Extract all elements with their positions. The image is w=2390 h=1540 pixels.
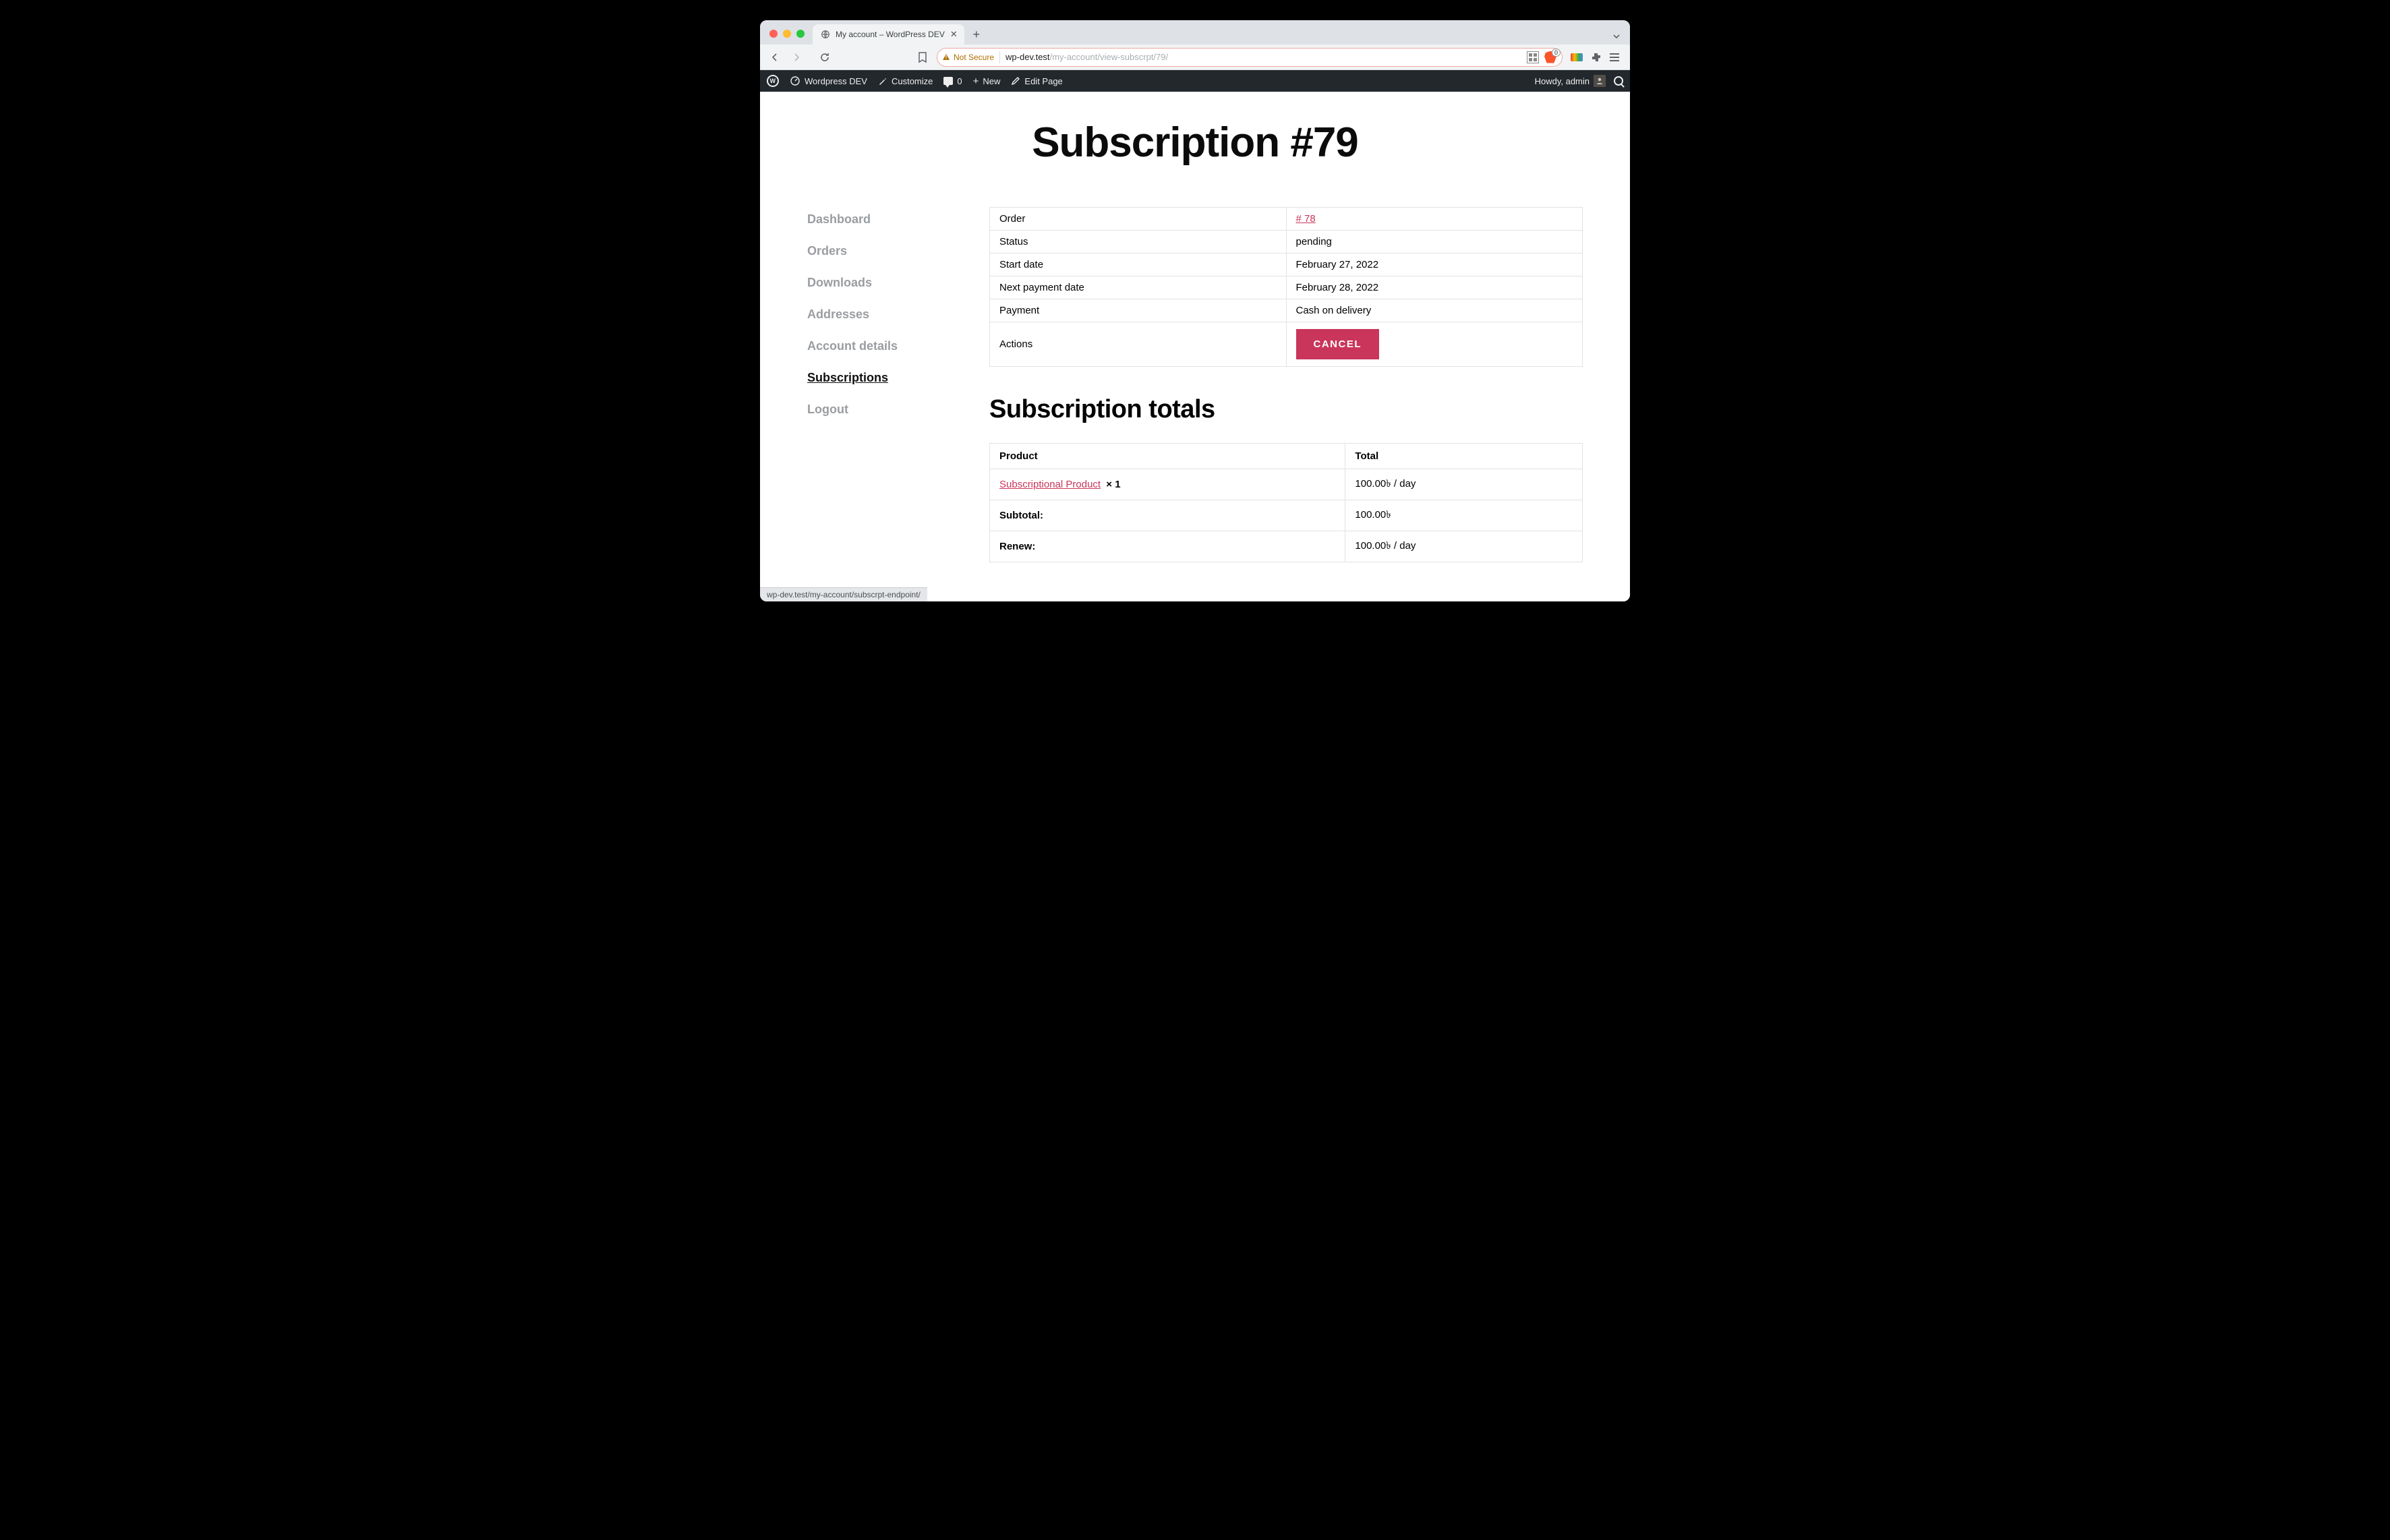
- details-row: Statuspending: [990, 231, 1583, 254]
- browser-toolbar: Not Secure wp-dev.test/my-account/view-s…: [760, 45, 1630, 70]
- share-qr-icon[interactable]: [1527, 51, 1539, 63]
- page-content: Subscription #79 Dashboard Orders Download…: [760, 92, 1630, 601]
- details-label: Order: [990, 208, 1287, 231]
- details-label: Payment: [990, 299, 1287, 322]
- order-link[interactable]: # 78: [1296, 213, 1316, 225]
- not-secure-label: Not Secure: [954, 53, 994, 62]
- product-link[interactable]: Subscriptional Product: [999, 479, 1101, 490]
- maximize-window-icon[interactable]: [796, 30, 805, 38]
- details-value: pending: [1286, 231, 1583, 254]
- url-path: /my-account/view-subscrpt/79/: [1050, 52, 1169, 62]
- comments-link[interactable]: 0: [943, 76, 962, 86]
- renew-value: 100.00৳ / day: [1345, 531, 1583, 562]
- brush-icon: [878, 76, 887, 86]
- tabs-dropdown-icon[interactable]: [1612, 32, 1621, 40]
- subscription-details-table: Order # 78 StatuspendingStart dateFebruary…: [989, 207, 1583, 367]
- details-label: Status: [990, 231, 1287, 254]
- wp-logo-link[interactable]: [767, 75, 779, 87]
- extensions-icon[interactable]: [1591, 52, 1602, 63]
- browser-menu-icon[interactable]: [1610, 53, 1619, 61]
- section-heading-totals: Subscription totals: [989, 395, 1583, 424]
- profile-icon[interactable]: [1571, 53, 1583, 61]
- subscription-totals-table: Product Total Subscriptional Product × 1…: [989, 443, 1583, 562]
- account-nav: Dashboard Orders Downloads Addresses Account…: [807, 207, 929, 562]
- details-row: Order # 78: [990, 208, 1583, 231]
- window-controls: [765, 30, 809, 45]
- reload-button[interactable]: [815, 48, 834, 67]
- details-label: Start date: [990, 254, 1287, 276]
- sidebar-item-orders[interactable]: Orders: [807, 244, 929, 258]
- sidebar-item-account-details[interactable]: Account details: [807, 339, 929, 353]
- new-tab-button[interactable]: +: [967, 25, 986, 44]
- forward-button[interactable]: [787, 48, 806, 67]
- back-button[interactable]: [765, 48, 784, 67]
- close-tab-icon[interactable]: ✕: [950, 29, 958, 40]
- tab-title: My account – WordPress DEV: [836, 30, 945, 39]
- avatar-icon: [1594, 75, 1606, 87]
- minimize-window-icon[interactable]: [783, 30, 791, 38]
- details-value: # 78: [1286, 208, 1583, 231]
- sidebar-item-downloads[interactable]: Downloads: [807, 276, 929, 290]
- totals-product-total: 100.00৳ / day: [1345, 469, 1583, 500]
- cancel-button[interactable]: CANCEL: [1296, 329, 1380, 359]
- new-content-link[interactable]: + New: [973, 76, 1001, 87]
- page-title: Subscription #79: [807, 119, 1583, 167]
- details-row: Next payment dateFebruary 28, 2022: [990, 276, 1583, 299]
- totals-product-cell: Subscriptional Product × 1: [990, 469, 1345, 500]
- dashboard-icon: [790, 76, 800, 86]
- site-name-link[interactable]: Wordpress DEV: [790, 76, 867, 86]
- url-host: wp-dev.test: [1005, 52, 1050, 62]
- totals-head-total: Total: [1345, 444, 1583, 469]
- subtotal-label: Subtotal:: [990, 500, 1345, 531]
- warning-triangle-icon: [943, 54, 950, 60]
- status-bar: wp-dev.test/my-account/subscrpt-endpoint…: [760, 587, 927, 601]
- brave-shields-icon[interactable]: 0: [1544, 51, 1556, 63]
- pencil-icon: [1011, 76, 1020, 86]
- brave-shields-count: 0: [1552, 49, 1561, 57]
- howdy-link[interactable]: Howdy, admin: [1535, 75, 1606, 87]
- address-bar[interactable]: Not Secure wp-dev.test/my-account/view-s…: [937, 48, 1563, 67]
- actions-label: Actions: [990, 322, 1287, 367]
- close-window-icon[interactable]: [769, 30, 778, 38]
- edit-page-link[interactable]: Edit Page: [1011, 76, 1062, 86]
- plus-icon: +: [973, 76, 979, 87]
- product-qty: × 1: [1106, 479, 1120, 490]
- subtotal-value: 100.00৳: [1345, 500, 1583, 531]
- search-toggle[interactable]: [1614, 76, 1623, 86]
- details-label: Next payment date: [990, 276, 1287, 299]
- wp-admin-bar: Wordpress DEV Customize 0 + New Edit Pag…: [760, 70, 1630, 92]
- wordpress-logo-icon: [767, 75, 779, 87]
- sidebar-item-dashboard[interactable]: Dashboard: [807, 212, 929, 227]
- comment-icon: [943, 77, 953, 85]
- search-icon: [1614, 76, 1623, 86]
- bookmark-icon[interactable]: [916, 51, 929, 63]
- details-value: February 28, 2022: [1286, 276, 1583, 299]
- totals-head-product: Product: [990, 444, 1345, 469]
- sidebar-item-logout[interactable]: Logout: [807, 403, 929, 417]
- sidebar-item-subscriptions[interactable]: Subscriptions: [807, 371, 929, 385]
- details-value: Cash on delivery: [1286, 299, 1583, 322]
- sidebar-item-addresses[interactable]: Addresses: [807, 307, 929, 322]
- not-secure-indicator[interactable]: Not Secure: [943, 53, 994, 62]
- renew-label: Renew:: [990, 531, 1345, 562]
- details-row: PaymentCash on delivery: [990, 299, 1583, 322]
- globe-icon: [821, 30, 830, 39]
- browser-tabbar: My account – WordPress DEV ✕ +: [760, 20, 1630, 45]
- customize-link[interactable]: Customize: [878, 76, 933, 86]
- separator: [999, 51, 1000, 63]
- browser-tab[interactable]: My account – WordPress DEV ✕: [813, 24, 964, 45]
- url-text: wp-dev.test/my-account/view-subscrpt/79/: [1005, 52, 1168, 62]
- details-row: Start dateFebruary 27, 2022: [990, 254, 1583, 276]
- details-value: February 27, 2022: [1286, 254, 1583, 276]
